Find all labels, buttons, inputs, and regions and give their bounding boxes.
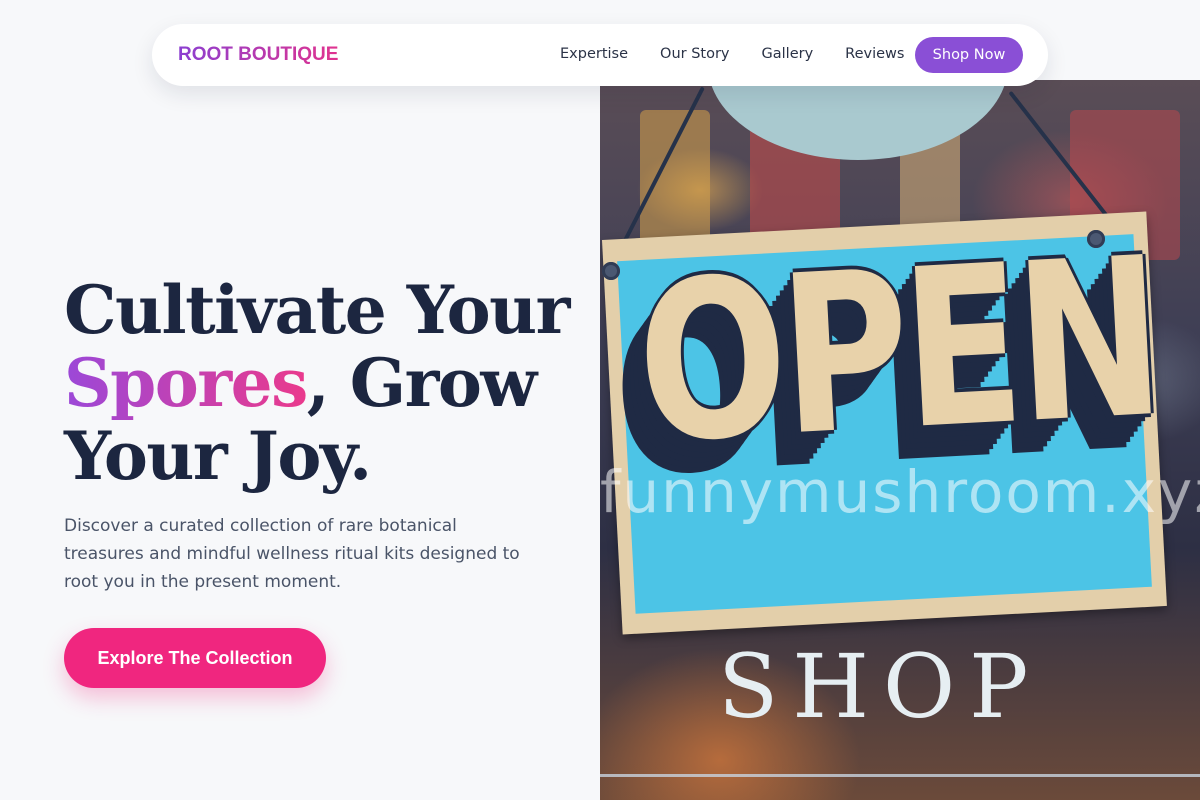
open-sign-board: OPEN [602,211,1167,635]
brand-logo[interactable]: ROOT BOUTIQUE [178,44,338,66]
nav-link-gallery[interactable]: Gallery [762,46,814,62]
navbar: ROOT BOUTIQUE Expertise Our Story Galler… [152,24,1048,86]
hero-subtext: Discover a curated collection of rare bo… [64,516,520,592]
explore-collection-button[interactable]: Explore The Collection [64,628,326,688]
shop-now-button[interactable]: Shop Now [915,37,1023,73]
nav-link-expertise[interactable]: Expertise [560,46,628,62]
nav-links: Expertise Our Story Gallery Reviews [560,46,904,62]
sign-hook [602,262,620,280]
headline-accent: Spores [64,344,308,422]
hero-headline: Cultivate Your Spores, Grow Your Joy. [64,274,584,493]
shop-window-text: SHOP [718,635,1043,738]
headline-part-1: Cultivate Your [64,271,570,349]
hero-image-open-sign: OPEN SHOP funnymushroom.xyz [600,80,1200,800]
nav-link-our-story[interactable]: Our Story [660,46,729,62]
window-frame-line [600,774,1200,777]
open-sign-text: OPEN [631,211,1164,493]
nav-link-reviews[interactable]: Reviews [845,46,904,62]
watermark: funnymushroom.xyz [600,458,1200,526]
sign-hook [1087,230,1105,248]
